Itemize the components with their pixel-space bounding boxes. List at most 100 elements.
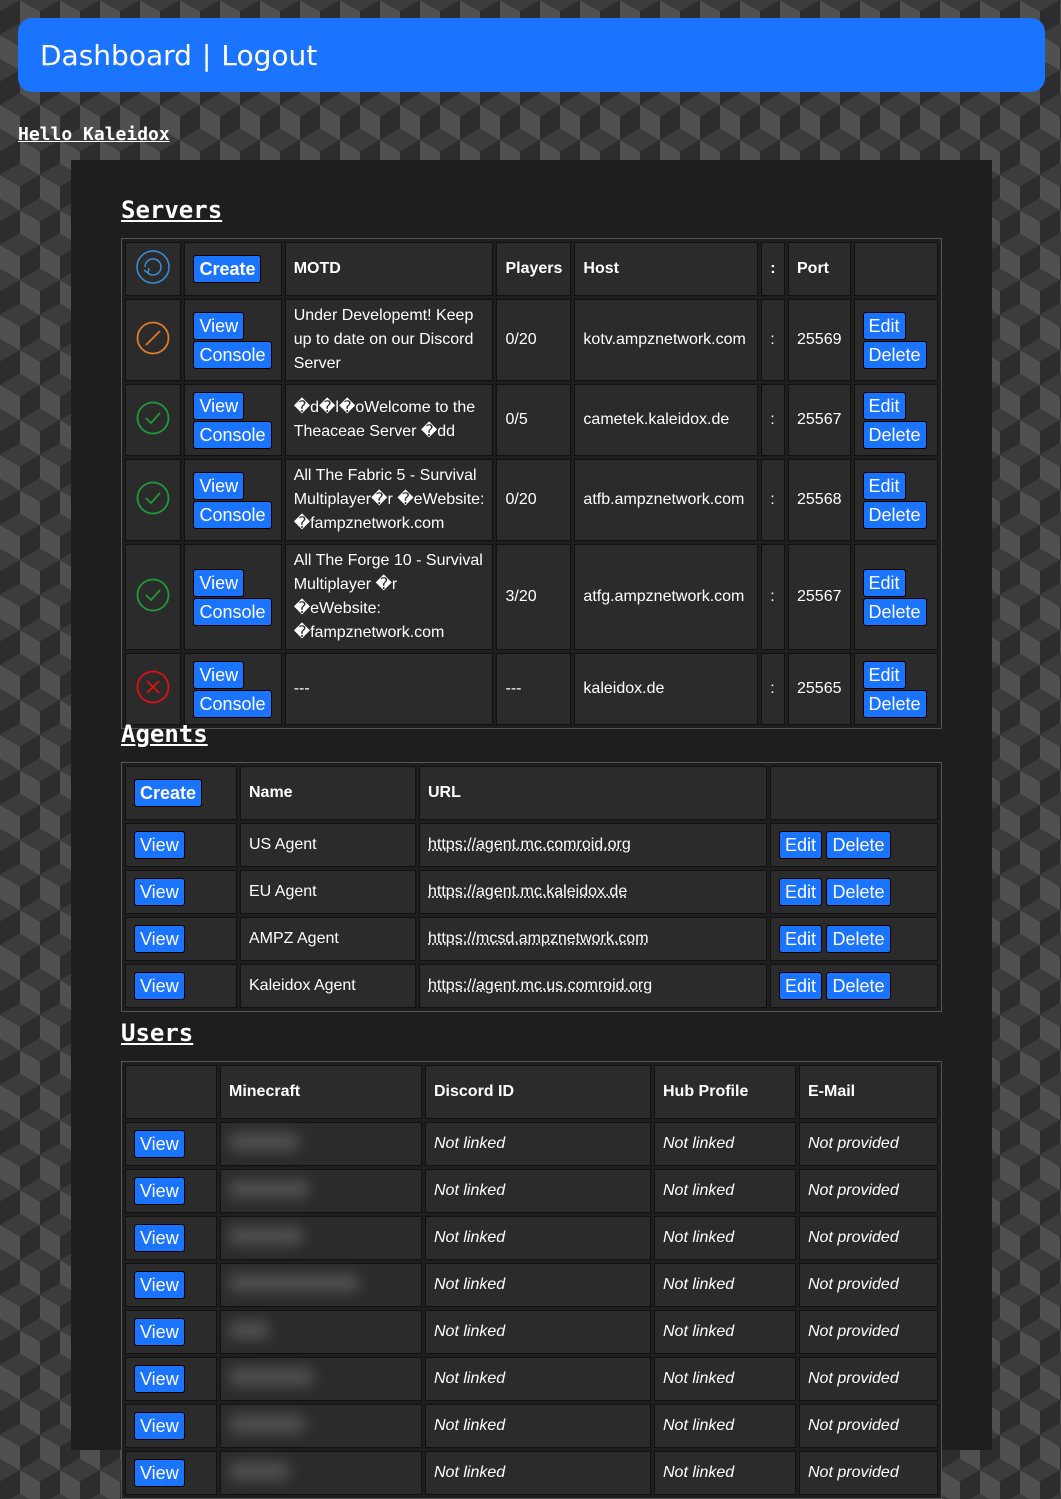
edit-agent-button[interactable]: Edit (779, 925, 823, 953)
view-server-button[interactable]: View (193, 311, 245, 340)
server-actions-cell: Edit Delete (853, 384, 938, 456)
delete-agent-button[interactable]: Delete (826, 831, 891, 859)
view-user-button[interactable]: View (134, 1365, 185, 1393)
greeting: Hello Kaleidox (18, 124, 170, 145)
view-user-button[interactable]: View (134, 1271, 185, 1299)
online-icon (136, 578, 170, 611)
agent-view-cell: View (125, 917, 237, 961)
view-agent-button[interactable]: View (134, 878, 185, 906)
main-panel: Servers Create MOTD Players Host : Port (71, 160, 992, 1499)
delete-server-button[interactable]: Delete (862, 500, 927, 529)
console-button[interactable]: Console (193, 689, 272, 718)
server-motd: �d�l�oWelcome to the Theaceae Server �dd (284, 384, 494, 456)
col-motd: MOTD (284, 242, 494, 296)
user-row: View Not linked Not linked Not provided (125, 1357, 938, 1401)
edit-agent-button[interactable]: Edit (779, 878, 823, 906)
user-view-cell: View (125, 1216, 217, 1260)
agent-url-link[interactable]: https://agent.mc.kaleidox.de (428, 883, 627, 900)
delete-agent-button[interactable]: Delete (826, 925, 891, 953)
server-row: View Console �d�l�oWelcome to the Theaceae… (125, 384, 938, 456)
server-motd: Under Developemt! Keep up to date on our… (284, 299, 494, 381)
col-hub: Hub Profile (654, 1065, 796, 1119)
delete-server-button[interactable]: Delete (862, 420, 927, 449)
minecraft-name-redacted (220, 1169, 422, 1213)
redacted-blur (229, 1461, 289, 1480)
edit-server-button[interactable]: Edit (862, 568, 906, 597)
delete-agent-button[interactable]: Delete (826, 878, 891, 906)
view-user-button[interactable]: View (134, 1318, 185, 1346)
user-email: Not provided (799, 1122, 938, 1166)
console-button[interactable]: Console (193, 500, 272, 529)
agent-name: AMPZ Agent (240, 917, 416, 961)
edit-agent-button[interactable]: Edit (779, 831, 823, 859)
delete-server-button[interactable]: Delete (862, 340, 927, 369)
user-view-cell: View (125, 1310, 217, 1354)
console-button[interactable]: Console (193, 340, 272, 369)
user-view-cell: View (125, 1404, 217, 1448)
create-agent-button[interactable]: Create (134, 779, 203, 807)
user-hub: Not linked (654, 1404, 796, 1448)
server-host: kotv.ampznetwork.com (574, 299, 759, 381)
view-server-button[interactable]: View (193, 568, 245, 597)
console-button[interactable]: Console (193, 420, 272, 449)
server-row: View Console Under Developemt! Keep up to … (125, 299, 938, 381)
agent-row: View Kaleidox Agent https://agent.mc.us.co… (125, 964, 938, 1008)
user-hub: Not linked (654, 1216, 796, 1260)
agent-url-cell: https://agent.mc.kaleidox.de (419, 870, 767, 914)
view-agent-button[interactable]: View (134, 925, 185, 953)
user-discord: Not linked (425, 1451, 651, 1495)
refresh-icon[interactable] (135, 249, 171, 285)
minecraft-name-redacted (220, 1404, 422, 1448)
agent-url-link[interactable]: https://agent.mc.us.comroid.org (428, 977, 652, 994)
view-agent-button[interactable]: View (134, 831, 185, 859)
server-nav-cell: View Console (184, 384, 282, 456)
delete-server-button[interactable]: Delete (862, 597, 927, 626)
view-server-button[interactable]: View (193, 660, 245, 689)
view-server-button[interactable]: View (193, 471, 245, 500)
minecraft-name-redacted (220, 1263, 422, 1307)
user-row: View Not linked Not linked Not provided (125, 1451, 938, 1495)
delete-server-button[interactable]: Delete (862, 689, 927, 718)
agent-row: View AMPZ Agent https://mcsd.ampznetwork.c… (125, 917, 938, 961)
server-nav-cell: View Console (184, 299, 282, 381)
server-players: 0/20 (496, 299, 572, 381)
view-user-button[interactable]: View (134, 1459, 185, 1487)
redacted-blur (229, 1132, 299, 1151)
view-user-button[interactable]: View (134, 1412, 185, 1440)
user-email: Not provided (799, 1169, 938, 1213)
console-button[interactable]: Console (193, 597, 272, 626)
users-heading: Users (121, 1019, 194, 1047)
edit-server-button[interactable]: Edit (862, 660, 906, 689)
col-actions (853, 242, 938, 296)
server-actions-cell: Edit Delete (853, 653, 938, 725)
view-user-button[interactable]: View (134, 1177, 185, 1205)
server-players: 0/20 (496, 459, 572, 541)
top-navbar: Dashboard | Logout (18, 18, 1045, 92)
redacted-blur (229, 1320, 269, 1339)
agent-url-cell: https://agent.mc.comroid.org (419, 823, 767, 867)
col-agent-actions (770, 766, 938, 820)
agent-url-link[interactable]: https://mcsd.ampznetwork.com (428, 930, 649, 947)
view-agent-button[interactable]: View (134, 972, 185, 1000)
col-port: Port (788, 242, 851, 296)
edit-server-button[interactable]: Edit (862, 391, 906, 420)
dashboard-link[interactable]: Dashboard (40, 39, 192, 72)
edit-server-button[interactable]: Edit (862, 311, 906, 340)
view-server-button[interactable]: View (193, 391, 245, 420)
server-players: 0/5 (496, 384, 572, 456)
view-user-button[interactable]: View (134, 1224, 185, 1252)
edit-server-button[interactable]: Edit (862, 471, 906, 500)
view-user-button[interactable]: View (134, 1130, 185, 1158)
col-agent-name: Name (240, 766, 416, 820)
agent-url-link[interactable]: https://agent.mc.comroid.org (428, 836, 631, 853)
delete-agent-button[interactable]: Delete (826, 972, 891, 1000)
server-host: atfg.ampznetwork.com (574, 544, 759, 650)
server-host: atfb.ampznetwork.com (574, 459, 759, 541)
user-hub: Not linked (654, 1169, 796, 1213)
create-server-button[interactable]: Create (193, 255, 262, 283)
user-row: View Not linked Not linked Not provided (125, 1404, 938, 1448)
redacted-blur (229, 1226, 303, 1245)
edit-agent-button[interactable]: Edit (779, 972, 823, 1000)
server-actions-cell: Edit Delete (853, 459, 938, 541)
logout-link[interactable]: Logout (221, 39, 317, 72)
